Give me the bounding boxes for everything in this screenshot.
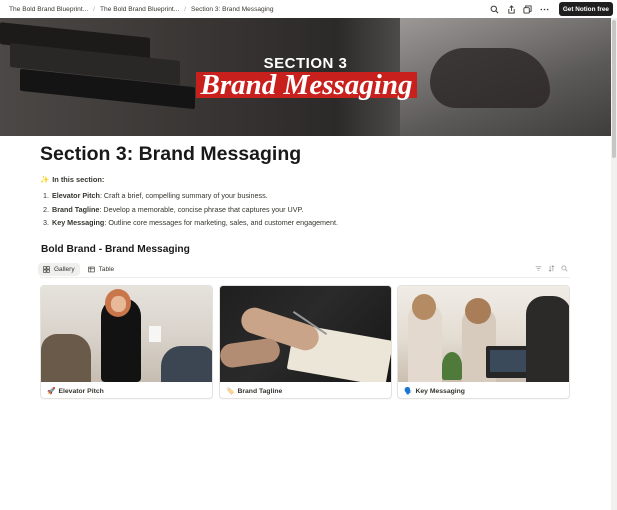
top-bar: The Bold Brand Blueprint... / The Bold B… bbox=[0, 0, 617, 18]
breadcrumb-separator: / bbox=[184, 5, 187, 13]
breadcrumb: The Bold Brand Blueprint... / The Bold B… bbox=[0, 6, 275, 13]
gallery-icon bbox=[43, 266, 50, 273]
duplicate-icon[interactable] bbox=[520, 2, 536, 16]
card-title: 🏷️ Brand Tagline bbox=[226, 387, 283, 396]
scrollbar-thumb[interactable] bbox=[612, 20, 616, 158]
tab-gallery-label: Gallery bbox=[54, 266, 75, 273]
rocket-icon: 🚀 bbox=[47, 388, 56, 395]
breadcrumb-separator: / bbox=[93, 5, 96, 13]
tab-table-label: Table bbox=[98, 266, 115, 273]
card-title: 🚀 Elevator Pitch bbox=[47, 387, 104, 396]
list-term: Elevator Pitch bbox=[52, 191, 100, 200]
sparkles-icon: ✨ bbox=[40, 175, 50, 184]
tab-table[interactable]: Table bbox=[83, 263, 120, 276]
page-title: Section 3: Brand Messaging bbox=[40, 143, 302, 165]
list-desc: : Craft a brief, compelling summary of y… bbox=[99, 191, 268, 200]
cover-title: Brand Messaging bbox=[200, 69, 413, 101]
share-icon[interactable] bbox=[503, 2, 519, 16]
card-cover-image bbox=[398, 286, 569, 382]
gallery-card-elevator-pitch[interactable]: 🚀 Elevator Pitch bbox=[40, 285, 213, 399]
card-cover-image bbox=[220, 286, 391, 382]
list-desc: : Outline core messages for marketing, s… bbox=[104, 218, 339, 227]
get-notion-free-button[interactable]: Get Notion free bbox=[558, 2, 613, 16]
breadcrumb-item-1[interactable]: The Bold Brand Blueprint... bbox=[8, 6, 89, 13]
list-item: 2. Brand Tagline : Develop a memorable, … bbox=[43, 203, 338, 217]
database-search-icon[interactable] bbox=[561, 265, 568, 272]
table-icon bbox=[87, 266, 95, 273]
tab-gallery[interactable]: Gallery bbox=[38, 263, 80, 276]
database-tools bbox=[535, 265, 568, 272]
filter-icon[interactable] bbox=[535, 265, 542, 272]
database-view-tabs: Gallery Table bbox=[38, 263, 122, 276]
card-title-text: Key Messaging bbox=[415, 387, 465, 395]
speaking-head-icon: 🗣️ bbox=[404, 388, 413, 395]
list-number: 1. bbox=[43, 191, 49, 200]
divider bbox=[40, 277, 570, 278]
list-number: 2. bbox=[43, 204, 49, 214]
list-term: Brand Tagline bbox=[52, 204, 100, 214]
gallery-card-brand-tagline[interactable]: 🏷️ Brand Tagline bbox=[219, 285, 392, 399]
more-icon[interactable] bbox=[536, 2, 552, 16]
section-list: 1. Elevator Pitch : Craft a brief, compe… bbox=[43, 189, 338, 230]
list-desc: : Develop a memorable, concise phrase th… bbox=[99, 204, 304, 214]
database-title[interactable]: Bold Brand - Brand Messaging bbox=[41, 244, 190, 255]
sort-icon[interactable] bbox=[548, 265, 555, 272]
card-title-text: Brand Tagline bbox=[237, 387, 283, 395]
list-number: 3. bbox=[43, 218, 49, 227]
list-item: 3. Key Messaging : Outline core messages… bbox=[43, 216, 338, 230]
list-term: Key Messaging bbox=[52, 218, 105, 227]
top-actions: Get Notion free bbox=[487, 2, 613, 16]
callout-text: In this section: bbox=[52, 175, 105, 184]
list-item: 1. Elevator Pitch : Craft a brief, compe… bbox=[43, 189, 338, 203]
breadcrumb-item-2[interactable]: The Bold Brand Blueprint... bbox=[99, 6, 180, 13]
card-title-text: Elevator Pitch bbox=[58, 387, 104, 395]
search-icon[interactable] bbox=[487, 2, 503, 16]
card-cover-image bbox=[41, 286, 212, 382]
breadcrumb-item-3[interactable]: Section 3: Brand Messaging bbox=[190, 6, 274, 13]
cover-image: SECTION 3 Brand Messaging bbox=[0, 18, 611, 136]
label-tag-icon: 🏷️ bbox=[226, 388, 235, 395]
card-title: 🗣️ Key Messaging bbox=[404, 387, 465, 396]
section-callout: ✨ In this section: bbox=[40, 175, 104, 184]
gallery-card-key-messaging[interactable]: 🗣️ Key Messaging bbox=[397, 285, 570, 399]
